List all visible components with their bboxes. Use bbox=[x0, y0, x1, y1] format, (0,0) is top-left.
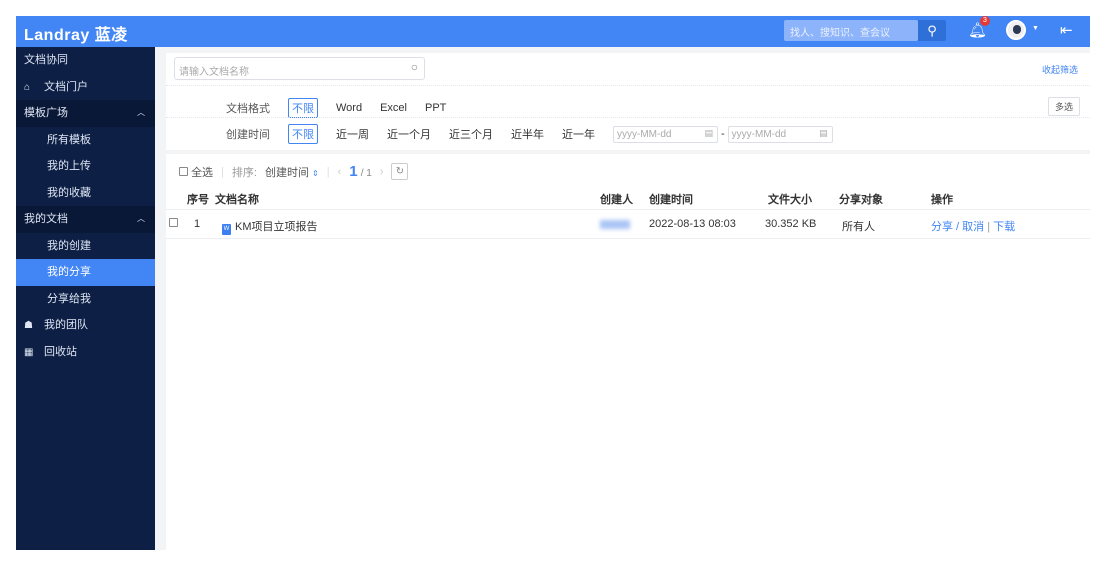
global-search-input[interactable]: 找人、搜知识、查会议 bbox=[784, 20, 918, 41]
placeholder: yyyy-MM-dd bbox=[617, 128, 672, 140]
sidebar-item-all-templates[interactable]: 所有模板 bbox=[16, 127, 155, 154]
sort-value: 创建时间 bbox=[264, 166, 309, 179]
share-target: 所有人 bbox=[842, 221, 875, 233]
time-option-week[interactable]: 近一周 bbox=[336, 126, 369, 142]
chevron-down-icon[interactable]: ▼ bbox=[1032, 25, 1039, 32]
next-page-icon[interactable]: › bbox=[380, 166, 384, 178]
sidebar-item-portal[interactable]: ⌂ 文档门户 bbox=[16, 74, 155, 101]
created-time: 2022-08-13 08:03 bbox=[649, 218, 736, 230]
sidebar-item-recycle-bin[interactable]: ▦ 回收站 bbox=[16, 339, 155, 366]
format-option-excel[interactable]: Excel bbox=[380, 102, 407, 114]
logout-icon[interactable]: ⇤ bbox=[1060, 21, 1073, 39]
time-option-year[interactable]: 近一年 bbox=[562, 126, 595, 142]
chevron-up-icon: ︿ bbox=[137, 214, 145, 223]
trash-icon: ▦ bbox=[24, 346, 34, 358]
word-file-icon: W bbox=[222, 224, 231, 235]
select-all-checkbox[interactable]: 全选 bbox=[179, 164, 213, 180]
col-header-created: 创建时间 bbox=[649, 194, 693, 206]
calendar-icon: ▤ bbox=[819, 127, 828, 138]
sidebar-title: 文档协同 bbox=[24, 54, 68, 66]
filter-panel: 请输入文档名称 ○ 收起筛选 文档格式 不限 Word Excel PPT 多选 … bbox=[166, 53, 1090, 150]
time-option-any[interactable]: 不限 bbox=[288, 124, 318, 144]
divider bbox=[166, 238, 1090, 239]
format-label: 文档格式 bbox=[226, 103, 270, 115]
start-date-input[interactable]: yyyy-MM-dd ▤ bbox=[613, 125, 718, 143]
creator-blurred bbox=[600, 220, 630, 232]
col-header-name: 文档名称 bbox=[215, 194, 259, 206]
format-option-any[interactable]: 不限 bbox=[288, 98, 318, 118]
document-link[interactable]: W KM项目立项报告 bbox=[222, 218, 318, 235]
document-list: 全选 | 排序: 创建时间 ⇕ | ‹ 1 / 1 › ↻ 序号 文档名称 创建… bbox=[166, 154, 1090, 550]
col-header-index: 序号 bbox=[187, 194, 209, 206]
sidebar-item-label: 我的团队 bbox=[44, 319, 88, 331]
format-filter-row: 文档格式 不限 Word Excel PPT bbox=[226, 98, 464, 118]
divider bbox=[166, 85, 1090, 86]
doc-name-search-input[interactable]: 请输入文档名称 ○ bbox=[174, 57, 425, 80]
sidebar-item-my-favorites[interactable]: 我的收藏 bbox=[16, 180, 155, 207]
logo[interactable]: Landray 蓝凌 bbox=[24, 21, 128, 45]
document-name: KM项目立项报告 bbox=[235, 221, 318, 233]
file-size: 30.352 KB bbox=[765, 218, 817, 230]
time-label: 创建时间 bbox=[226, 129, 270, 141]
sidebar-item-label: 模板广场 bbox=[24, 107, 68, 119]
sidebar-item-my-created[interactable]: 我的创建 bbox=[16, 233, 155, 260]
sort-label: 排序: bbox=[231, 166, 257, 179]
home-icon: ⌂ bbox=[24, 81, 31, 93]
list-toolbar: 全选 | 排序: 创建时间 ⇕ | ‹ 1 / 1 › ↻ bbox=[179, 163, 409, 180]
col-header-size: 文件大小 bbox=[768, 194, 812, 206]
sidebar-item-label: 文档门户 bbox=[44, 80, 88, 93]
row-index: 1 bbox=[194, 218, 201, 230]
cancel-share-link[interactable]: 取消 bbox=[962, 221, 984, 233]
divider bbox=[166, 209, 1090, 210]
calendar-icon: ▤ bbox=[704, 127, 713, 138]
notification-badge: 3 bbox=[980, 16, 990, 26]
sidebar-group-templates[interactable]: 模板广场 ︿ bbox=[16, 100, 155, 127]
total-pages: / 1 bbox=[360, 168, 372, 179]
time-option-month[interactable]: 近一个月 bbox=[387, 126, 431, 142]
row-actions: 分享 / 取消 | 下载 bbox=[931, 221, 1016, 233]
time-option-halfyear[interactable]: 近半年 bbox=[511, 126, 544, 142]
app: Landray 蓝凌 找人、搜知识、查会议 ⚲ 🔔︎ 3 ▼ ⇤ 文档协同 ⌂ 文… bbox=[16, 16, 1090, 550]
end-date-input[interactable]: yyyy-MM-dd ▤ bbox=[727, 125, 833, 143]
top-header: Landray 蓝凌 找人、搜知识、查会议 ⚲ 🔔︎ 3 ▼ ⇤ bbox=[16, 16, 1090, 47]
sidebar-item-my-team[interactable]: ☗ 我的团队 bbox=[16, 312, 155, 339]
search-icon[interactable]: ○ bbox=[411, 60, 418, 74]
collapse-filter-link[interactable]: 收起筛选 bbox=[1042, 63, 1078, 76]
col-header-actions: 操作 bbox=[931, 194, 953, 206]
download-link[interactable]: 下载 bbox=[993, 221, 1015, 233]
row-checkbox[interactable] bbox=[169, 218, 178, 230]
multi-select-button[interactable]: 多选 bbox=[1047, 97, 1080, 116]
divider bbox=[166, 117, 1090, 118]
time-option-3months[interactable]: 近三个月 bbox=[449, 126, 493, 142]
placeholder: 请输入文档名称 bbox=[179, 67, 249, 78]
col-header-creator: 创建人 bbox=[600, 194, 633, 206]
prev-page-icon[interactable]: ‹ bbox=[338, 166, 342, 178]
share-link[interactable]: 分享 bbox=[931, 221, 953, 233]
team-icon: ☗ bbox=[24, 320, 33, 331]
search-button[interactable]: ⚲ bbox=[918, 20, 946, 41]
refresh-icon[interactable]: ↻ bbox=[391, 163, 409, 180]
sort-icon: ⇕ bbox=[312, 168, 319, 178]
main-content: 请输入文档名称 ○ 收起筛选 文档格式 不限 Word Excel PPT 多选 … bbox=[166, 47, 1090, 550]
chevron-up-icon: ︿ bbox=[137, 108, 145, 117]
time-filter-row: 创建时间 不限 近一周 近一个月 近三个月 近半年 近一年 yyyy-MM-dd… bbox=[226, 124, 833, 144]
sidebar-item-label: 我的文档 bbox=[24, 213, 68, 225]
format-option-word[interactable]: Word bbox=[336, 102, 362, 114]
search-icon: ⚲ bbox=[927, 23, 937, 38]
select-all-label: 全选 bbox=[191, 166, 214, 179]
avatar[interactable] bbox=[1006, 20, 1026, 40]
placeholder: yyyy-MM-dd bbox=[731, 128, 787, 140]
format-option-ppt[interactable]: PPT bbox=[425, 102, 446, 114]
sidebar: 文档协同 ⌂ 文档门户 模板广场 ︿ 所有模板 我的上传 我的收藏 我的文档 ︿ 我的… bbox=[16, 47, 155, 550]
current-page: 1 bbox=[349, 163, 358, 180]
sidebar-item-label: 回收站 bbox=[44, 345, 77, 358]
sidebar-item-my-shares[interactable]: 我的分享 bbox=[16, 259, 155, 286]
sidebar-item-my-uploads[interactable]: 我的上传 bbox=[16, 153, 155, 180]
sidebar-group-my-docs[interactable]: 我的文档 ︿ bbox=[16, 206, 155, 233]
sidebar-item-shared-with-me[interactable]: 分享给我 bbox=[16, 286, 155, 313]
sort-dropdown[interactable]: 创建时间 ⇕ bbox=[265, 164, 319, 180]
col-header-target: 分享对象 bbox=[839, 194, 883, 206]
